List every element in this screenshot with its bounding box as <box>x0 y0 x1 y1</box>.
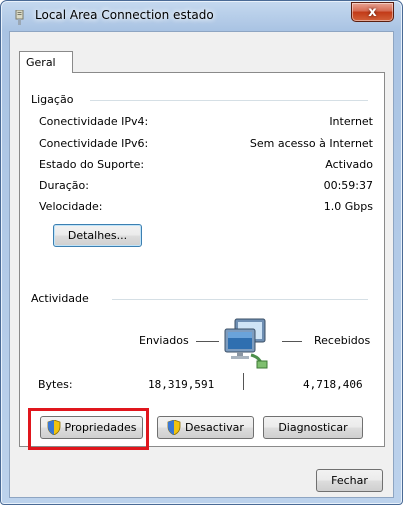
media-state-row: Estado do Suporte: Activado <box>39 158 373 174</box>
duration-label: Duração: <box>39 179 89 192</box>
received-dash <box>282 341 302 342</box>
close-icon[interactable]: x <box>351 2 394 22</box>
tab-geral[interactable]: Geral <box>19 51 73 73</box>
sent-label: Enviados <box>139 334 189 347</box>
disable-button[interactable]: Desactivar <box>157 416 254 439</box>
bytes-received-value: 4,718,406 <box>303 378 363 391</box>
media-state-value: Activado <box>325 158 373 171</box>
speed-value: 1.0 Gbps <box>323 200 373 213</box>
disable-button-label: Desactivar <box>185 421 244 434</box>
ipv6-row: Conectividade IPv6: Sem acesso à Interne… <box>39 137 373 153</box>
speed-row: Velocidade: 1.0 Gbps <box>39 200 373 216</box>
general-panel: Ligação Conectividade IPv4: Internet Con… <box>19 72 385 447</box>
ipv4-row: Conectividade IPv4: Internet <box>39 115 373 131</box>
close-button[interactable]: Fechar <box>316 469 383 492</box>
duration-value: 00:59:37 <box>323 179 373 192</box>
details-button[interactable]: Detalhes... <box>53 224 142 247</box>
network-adapter-icon <box>15 10 24 25</box>
bytes-divider <box>243 373 244 390</box>
ipv6-label: Conectividade IPv6: <box>39 137 149 150</box>
highlight-box <box>28 408 149 450</box>
diagnose-button[interactable]: Diagnosticar <box>263 416 363 439</box>
status-window: Local Area Connection estado x Geral Lig… <box>0 0 403 505</box>
window-title: Local Area Connection estado <box>35 8 214 22</box>
sent-dash <box>196 341 219 342</box>
ipv4-value: Internet <box>329 115 373 128</box>
received-label: Recebidos <box>314 334 371 347</box>
connection-group-label: Ligação <box>31 93 80 106</box>
connection-group-divider <box>90 100 368 101</box>
bytes-sent-value: 18,319,591 <box>148 378 215 391</box>
duration-row: Duração: 00:59:37 <box>39 179 373 195</box>
ipv6-value: Sem acesso à Internet <box>249 137 373 150</box>
activity-group-label: Actividade <box>31 292 95 305</box>
activity-group-divider <box>112 299 368 300</box>
network-computers-icon <box>224 318 268 369</box>
bytes-label: Bytes: <box>38 378 73 391</box>
uac-shield-icon <box>167 420 181 435</box>
speed-label: Velocidade: <box>39 200 103 213</box>
ipv4-label: Conectividade IPv4: <box>39 115 149 128</box>
media-state-label: Estado do Suporte: <box>39 158 145 171</box>
title-bar[interactable]: Local Area Connection estado x <box>1 1 402 31</box>
